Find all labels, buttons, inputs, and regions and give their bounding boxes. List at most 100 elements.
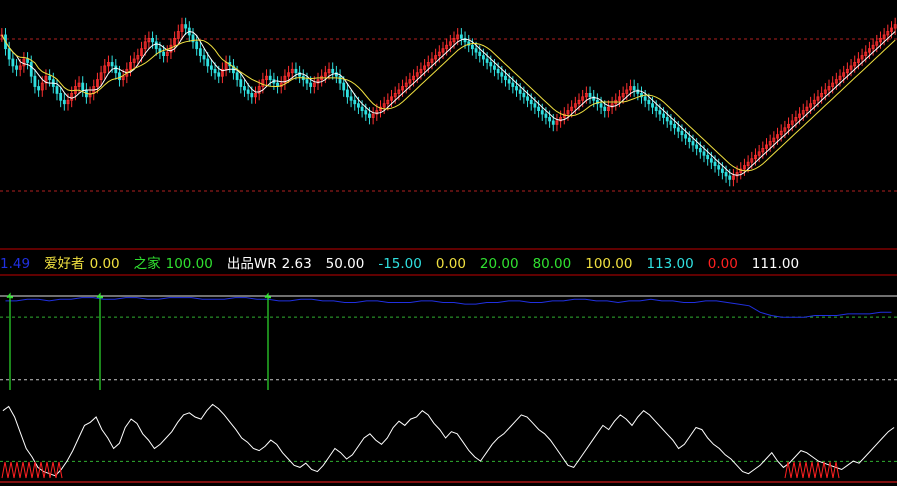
- legend-value: 20.00: [479, 256, 519, 272]
- candle-body: [184, 24, 188, 29]
- candle-body: [209, 65, 213, 70]
- candle-body: [239, 79, 243, 87]
- candle-body: [662, 113, 665, 118]
- legend-value: 0.00: [89, 256, 120, 272]
- candle-body: [533, 103, 537, 108]
- candle-body: [33, 75, 37, 87]
- candle-body: [478, 51, 482, 56]
- red-signal-mark: [25, 461, 33, 479]
- candle-body: [11, 58, 15, 67]
- candle-body: [647, 99, 651, 105]
- candle-body: [309, 82, 313, 87]
- candle-body: [695, 144, 699, 149]
- candle-body: [81, 82, 85, 91]
- candle-body: [632, 86, 636, 91]
- candle-body: [680, 130, 684, 136]
- candle-body: [540, 110, 544, 115]
- candle-body: [643, 96, 647, 101]
- candle-body: [368, 113, 371, 118]
- stock-chart: [0, 17, 897, 483]
- candle-body: [551, 120, 555, 125]
- candle-body: [345, 89, 349, 98]
- candle-body: [250, 93, 254, 98]
- indicator-legend: 1.49 爱好者 0.00 之家 100.00 出品WR 2.63 50.00 -15.00 0.…: [0, 252, 897, 272]
- candle-body: [246, 89, 250, 94]
- candle-body: [202, 55, 206, 60]
- legend-value: 出品WR: [226, 256, 277, 272]
- candle-body: [349, 96, 353, 101]
- candle-body: [669, 120, 673, 125]
- legend-value: 113.00: [646, 256, 694, 272]
- candle-body: [213, 68, 217, 74]
- candle-body: [360, 106, 364, 111]
- legend-value: 50.00: [325, 256, 365, 272]
- candle-body: [526, 96, 529, 101]
- candle-body: [673, 123, 676, 129]
- candle-body: [206, 58, 210, 67]
- candle-body: [364, 110, 368, 115]
- candle-body: [529, 99, 533, 105]
- price-panel: [0, 17, 897, 192]
- candle-body: [515, 86, 518, 91]
- candle-body: [268, 75, 272, 81]
- candle-body: [243, 86, 246, 91]
- candle-body: [548, 117, 552, 122]
- red-signal-mark: [13, 461, 21, 479]
- candle-body: [518, 89, 522, 94]
- candle-body: [588, 93, 592, 98]
- green-spike: [264, 292, 271, 390]
- candle-body: [474, 48, 478, 53]
- candle-body: [118, 72, 121, 81]
- candle-body: [496, 68, 500, 74]
- candle-body: [37, 86, 41, 91]
- legend-value: 爱好者: [44, 256, 85, 272]
- indicator-panel: [0, 292, 897, 483]
- candle-body: [195, 41, 199, 50]
- candle-body: [7, 48, 11, 60]
- candle-body: [62, 99, 66, 105]
- candle-body: [702, 151, 706, 156]
- candle-body: [357, 103, 360, 108]
- candle-body: [235, 72, 239, 81]
- legend-value: 2.63: [281, 256, 312, 272]
- legend-value: 100.00: [165, 256, 213, 272]
- legend-value: 0.00: [707, 256, 738, 272]
- red-signal-mark: [49, 461, 57, 479]
- candle-body: [110, 62, 114, 67]
- candle-body: [724, 172, 728, 177]
- candle-body: [691, 141, 695, 146]
- candle-body: [522, 93, 526, 98]
- candle-body: [720, 168, 724, 173]
- candle-body: [331, 68, 335, 74]
- candle-body: [353, 99, 357, 105]
- candle-body: [603, 106, 607, 111]
- red-signal-mark: [1, 461, 9, 479]
- legend-value: 100.00: [585, 256, 633, 272]
- red-signal-mark: [43, 461, 51, 479]
- candle-body: [485, 58, 489, 63]
- red-signal-mark: [814, 461, 822, 479]
- candle-body: [706, 154, 710, 160]
- candle-body: [717, 165, 721, 170]
- candle-body: [684, 134, 688, 139]
- candle-body: [294, 68, 298, 74]
- candle-body: [338, 75, 342, 84]
- green-spike: [96, 292, 103, 390]
- ma-white-line: [1, 30, 896, 176]
- red-signal-mark: [7, 461, 15, 479]
- red-signal-mark: [832, 461, 840, 479]
- candle-body: [217, 72, 221, 77]
- candle-body: [29, 62, 33, 77]
- legend-value: 1.49: [0, 256, 31, 272]
- candle-body: [482, 55, 485, 60]
- candle-body: [151, 37, 154, 43]
- legend-value: 之家: [133, 256, 161, 272]
- red-signal-mark: [31, 461, 39, 479]
- legend-value: 111.00: [751, 256, 800, 272]
- candle-body: [154, 41, 158, 50]
- candle-body: [459, 34, 463, 39]
- candle-body: [507, 79, 511, 84]
- candle-body: [504, 75, 507, 81]
- green-spike: [6, 292, 13, 390]
- candle-body: [687, 137, 691, 142]
